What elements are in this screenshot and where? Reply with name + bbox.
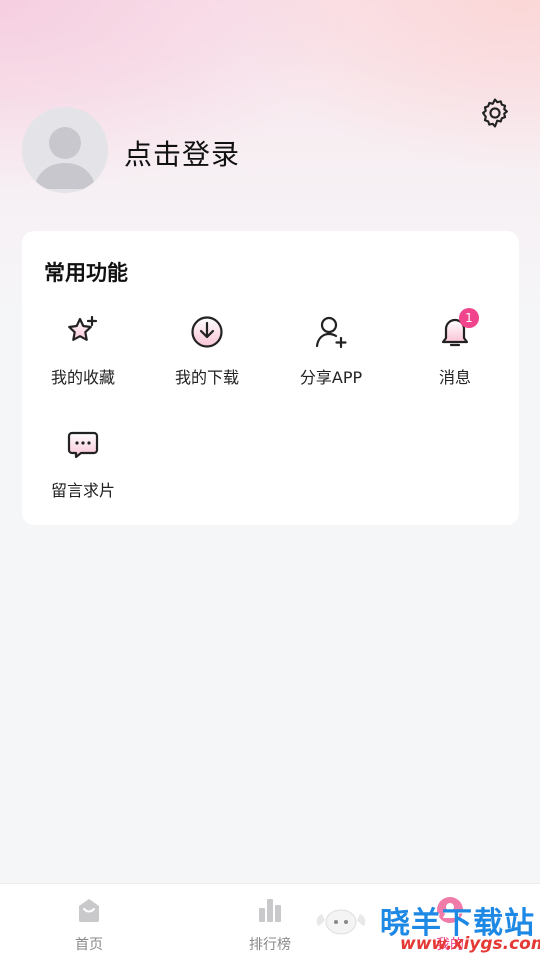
home-icon [79,899,99,922]
messages-button[interactable]: 1 消息 [405,308,505,394]
settings-button[interactable] [476,94,514,132]
share-app-button[interactable]: 分享APP [281,314,381,394]
request-movie-button[interactable]: 留言求片 [33,427,133,507]
user-add-icon [315,316,347,349]
features-card: 常用功能 我的收藏 我的下载 分享APP 1 消息 留言求片 [22,231,519,525]
avatar[interactable] [22,107,108,193]
tab-home[interactable]: 首页 [44,884,134,960]
tab-ranking[interactable]: 排行榜 [225,884,315,960]
star-plus-icon [68,315,98,341]
message-count-badge: 1 [459,308,479,328]
downloads-label: 我的下载 [174,368,239,387]
download-icon [191,316,223,348]
share-app-label: 分享APP [299,368,363,387]
request-movie-label: 留言求片 [50,481,115,500]
favorites-button[interactable]: 我的收藏 [33,314,133,394]
login-link[interactable]: 点击登录 [124,133,240,173]
chat-bubble-icon [67,431,99,459]
default-avatar-icon [22,107,108,193]
tab-home-label: 首页 [75,937,103,953]
tab-ranking-label: 排行榜 [249,937,291,953]
site-watermark: 晓羊下载站 www.xiygs.com [312,896,540,958]
sheep-logo-icon [316,909,366,935]
ranking-icon [259,899,281,922]
features-title: 常用功能 [44,261,128,285]
downloads-button[interactable]: 我的下载 [157,314,257,394]
watermark-url: www.xiygs.com [400,934,540,954]
favorites-label: 我的收藏 [50,368,115,387]
gear-icon [482,98,508,128]
messages-label: 消息 [438,368,471,387]
